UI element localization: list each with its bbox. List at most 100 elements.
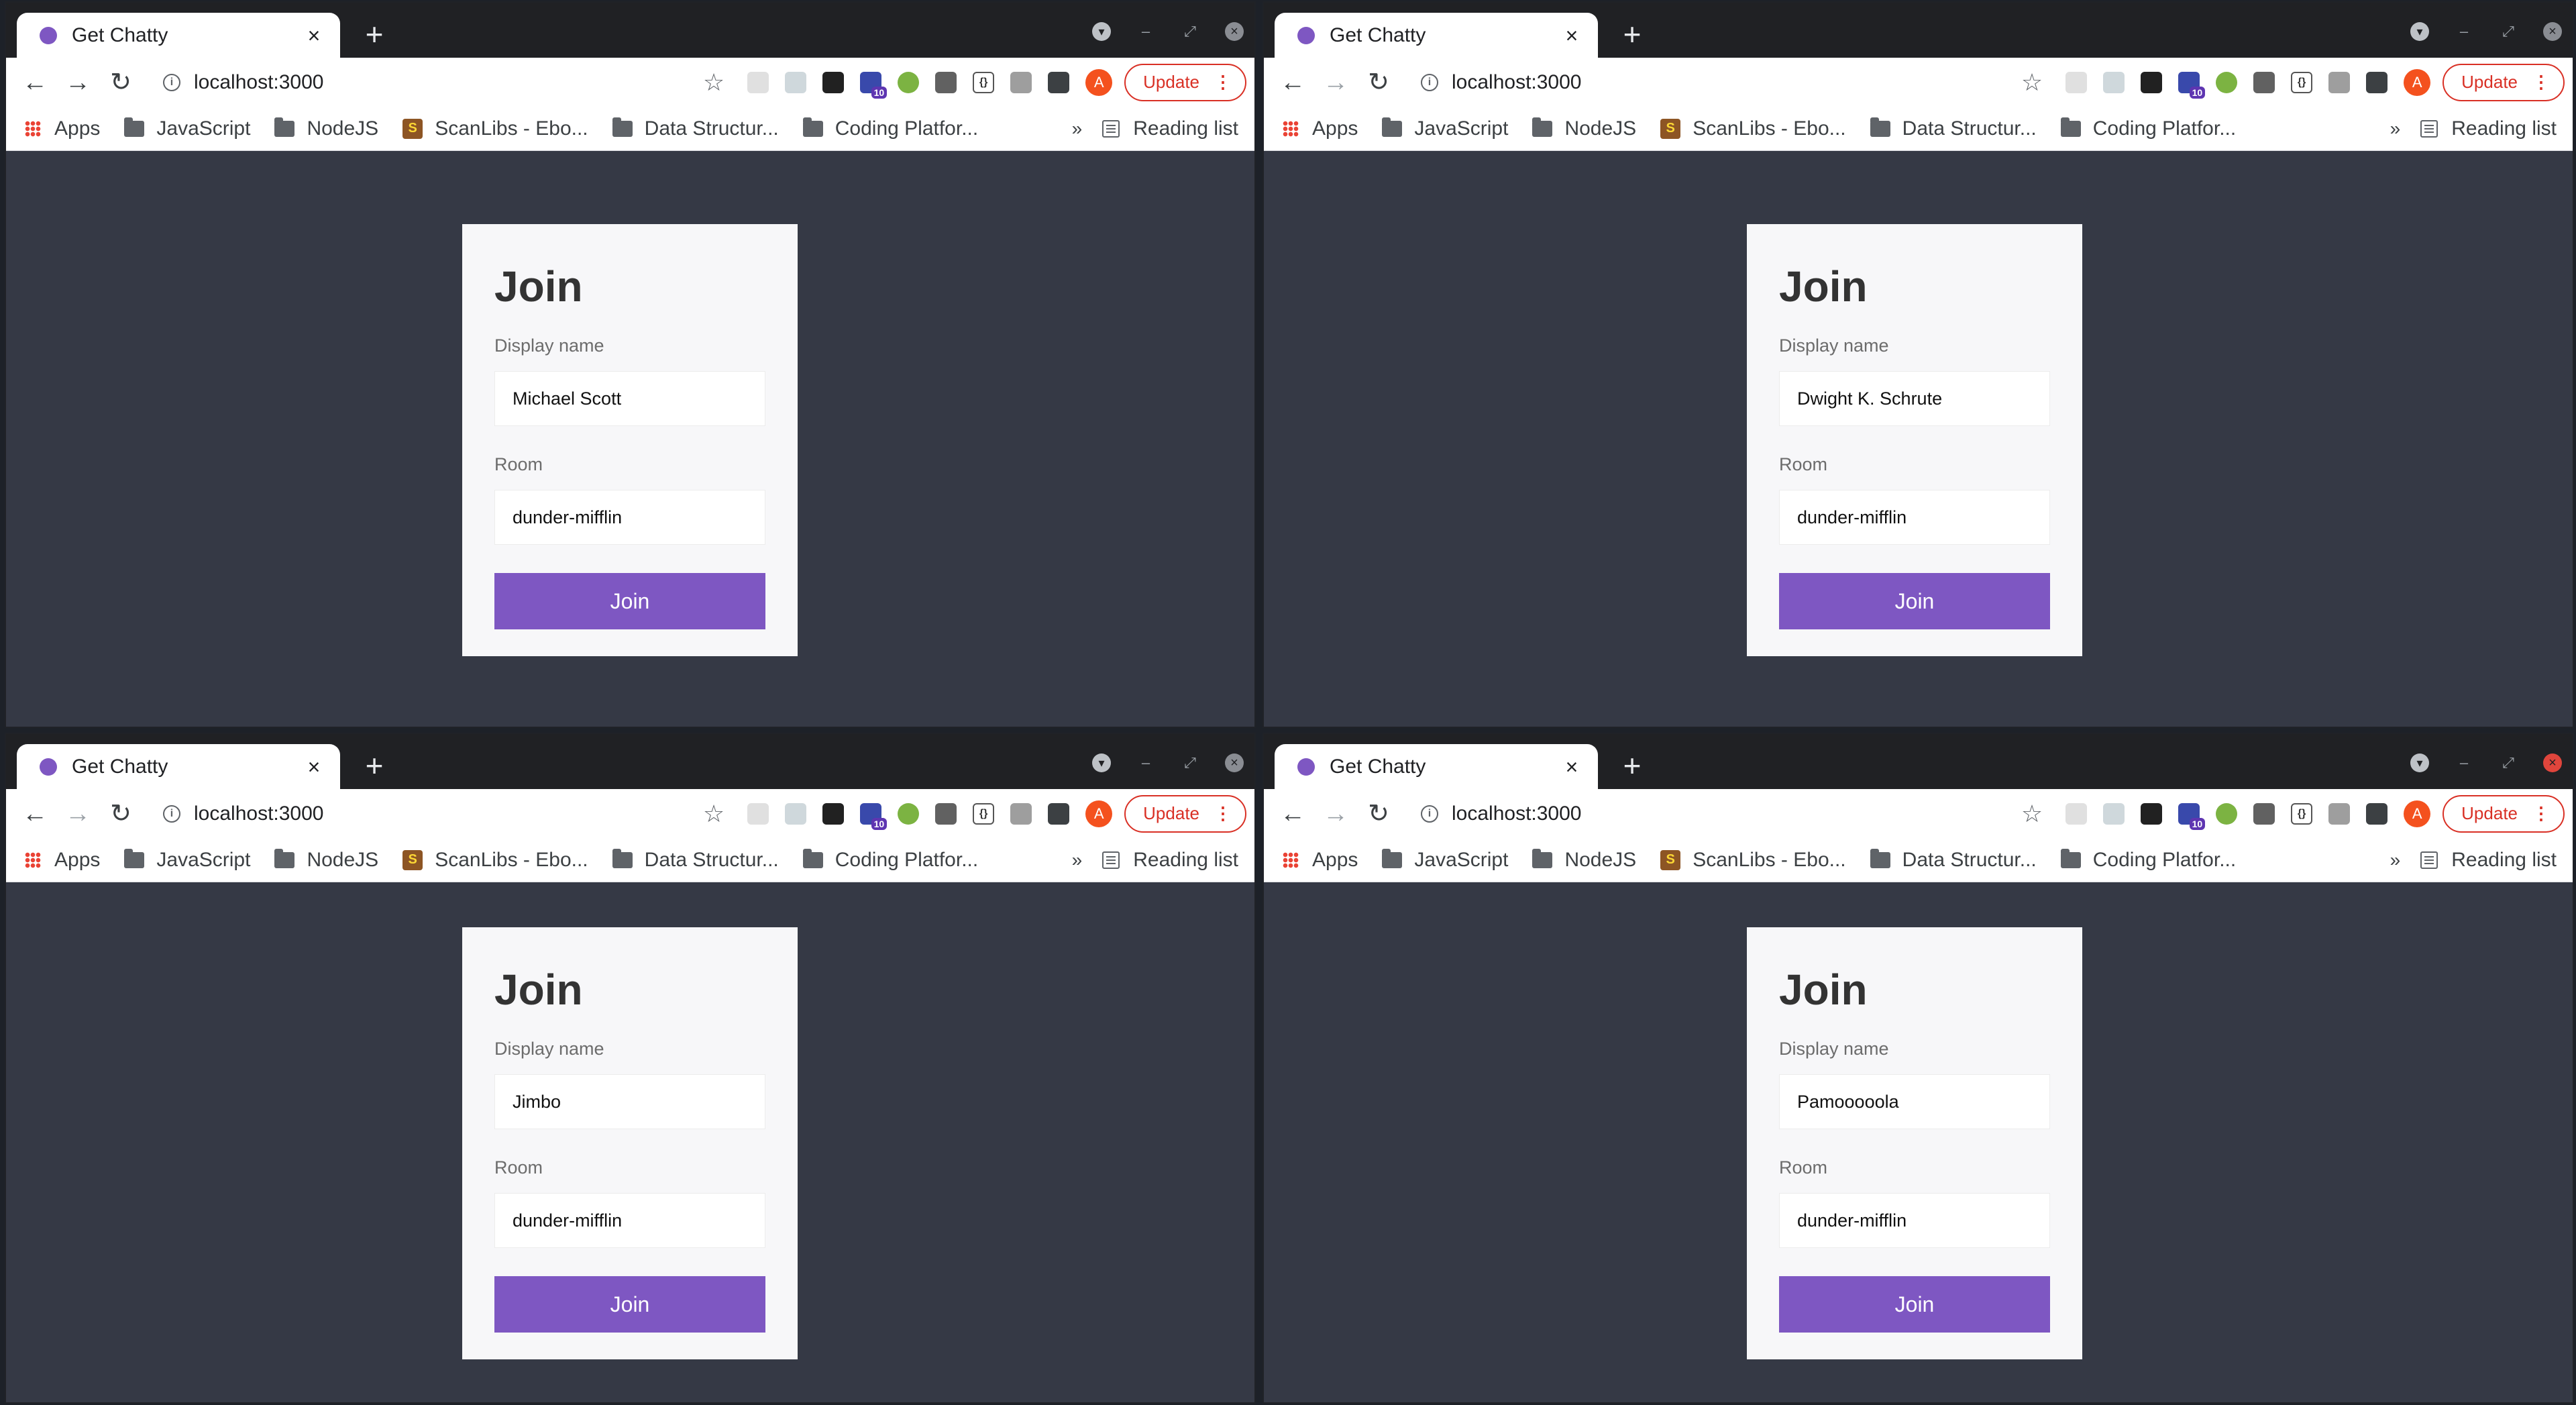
reading-list[interactable]: Reading list xyxy=(2420,117,2557,140)
avatar[interactable]: A xyxy=(2404,68,2431,96)
bookmarks-overflow-icon[interactable]: » xyxy=(2390,849,2401,871)
room-input[interactable]: dunder-mifflin xyxy=(1779,1193,2050,1248)
minimize-icon[interactable]: – xyxy=(1136,23,1155,40)
tab-get-chatty[interactable]: Get Chatty × xyxy=(17,13,340,58)
extension-7-icon[interactable]: {} xyxy=(973,802,995,825)
tab-search-icon[interactable]: ▾ xyxy=(2410,22,2429,41)
extension-7-icon[interactable]: {} xyxy=(2291,802,2313,825)
address-bar[interactable]: i localhost:3000 ☆ xyxy=(163,795,747,833)
extension-3-icon[interactable] xyxy=(2141,71,2163,93)
extension-4-icon[interactable]: 10 xyxy=(860,71,888,99)
update-button[interactable]: Update ⋮ xyxy=(2443,794,2565,833)
extension-6-icon[interactable] xyxy=(2253,802,2275,825)
bookmark-coding-platforms[interactable]: Coding Platfor... xyxy=(802,117,978,140)
close-window-icon[interactable]: × xyxy=(2543,22,2562,41)
eyedropper-icon[interactable] xyxy=(1010,802,1032,825)
bookmark-javascript[interactable]: JavaScript xyxy=(1382,117,1508,140)
bookmark-data-structures[interactable]: Data Structur... xyxy=(612,117,779,140)
close-tab-icon[interactable]: × xyxy=(303,24,325,47)
back-icon[interactable]: ← xyxy=(21,68,49,97)
extension-2-icon[interactable] xyxy=(785,71,807,93)
tab-search-icon[interactable]: ▾ xyxy=(1092,22,1111,41)
extensions-puzzle-icon[interactable] xyxy=(1048,802,1070,825)
bookmark-scanlibs[interactable]: S ScanLibs - Ebo... xyxy=(1660,117,1846,140)
update-button[interactable]: Update ⋮ xyxy=(2443,63,2565,101)
bookmark-scanlibs[interactable]: S ScanLibs - Ebo... xyxy=(402,117,588,140)
room-input[interactable]: dunder-mifflin xyxy=(1779,490,2050,545)
extensions-puzzle-icon[interactable] xyxy=(1048,71,1070,93)
bookmark-scanlibs[interactable]: S ScanLibs - Ebo... xyxy=(402,849,588,872)
reload-icon[interactable]: ↻ xyxy=(1364,800,1393,828)
bookmark-data-structures[interactable]: Data Structur... xyxy=(612,848,779,872)
extensions-puzzle-icon[interactable] xyxy=(2366,71,2388,93)
bookmark-javascript[interactable]: JavaScript xyxy=(124,117,250,140)
restore-icon[interactable]: ⤢ xyxy=(2499,754,2518,772)
display-name-input[interactable]: Jimbo xyxy=(494,1074,765,1129)
reload-icon[interactable]: ↻ xyxy=(107,800,135,828)
bookmark-nodejs[interactable]: NodeJS xyxy=(274,117,378,140)
extension-4-icon[interactable]: 10 xyxy=(2178,71,2206,99)
reading-list[interactable]: Reading list xyxy=(1102,117,1238,140)
forward-icon[interactable]: → xyxy=(64,68,92,97)
extension-6-icon[interactable] xyxy=(2253,71,2275,93)
site-info-icon[interactable]: i xyxy=(1421,73,1438,91)
tab-get-chatty[interactable]: Get Chatty × xyxy=(1275,13,1598,58)
bookmark-javascript[interactable]: JavaScript xyxy=(124,848,250,872)
bookmark-javascript[interactable]: JavaScript xyxy=(1382,848,1508,872)
extension-5-icon[interactable] xyxy=(2216,802,2238,825)
extension-1-icon[interactable] xyxy=(747,802,769,825)
bookmark-star-icon[interactable]: ☆ xyxy=(703,800,724,828)
join-button[interactable]: Join xyxy=(1779,1276,2050,1333)
join-button[interactable]: Join xyxy=(494,573,765,629)
bookmark-coding-platforms[interactable]: Coding Platfor... xyxy=(2060,117,2236,140)
extension-4-icon[interactable]: 10 xyxy=(2178,802,2206,830)
bookmark-nodejs[interactable]: NodeJS xyxy=(1532,848,1636,872)
extension-6-icon[interactable] xyxy=(935,802,957,825)
forward-icon[interactable]: → xyxy=(1322,800,1350,828)
address-bar[interactable]: i localhost:3000 ☆ xyxy=(163,64,747,101)
extension-3-icon[interactable] xyxy=(2141,802,2163,825)
restore-icon[interactable]: ⤢ xyxy=(1181,23,1199,40)
display-name-input[interactable]: Michael Scott xyxy=(494,371,765,426)
bookmark-nodejs[interactable]: NodeJS xyxy=(1532,117,1636,140)
reload-icon[interactable]: ↻ xyxy=(1364,68,1393,97)
bookmark-coding-platforms[interactable]: Coding Platfor... xyxy=(802,848,978,872)
new-tab-button[interactable]: + xyxy=(358,17,391,51)
tab-search-icon[interactable]: ▾ xyxy=(2410,753,2429,772)
back-icon[interactable]: ← xyxy=(21,800,49,828)
extension-7-icon[interactable]: {} xyxy=(973,71,995,93)
tab-get-chatty[interactable]: Get Chatty × xyxy=(1275,744,1598,789)
bookmark-data-structures[interactable]: Data Structur... xyxy=(1870,117,2037,140)
reload-icon[interactable]: ↻ xyxy=(107,68,135,97)
display-name-input[interactable]: Pamooooola xyxy=(1779,1074,2050,1129)
avatar[interactable]: A xyxy=(1085,800,1113,827)
extensions-puzzle-icon[interactable] xyxy=(2366,802,2388,825)
eyedropper-icon[interactable] xyxy=(2328,71,2351,93)
bookmark-data-structures[interactable]: Data Structur... xyxy=(1870,848,2037,872)
back-icon[interactable]: ← xyxy=(1279,68,1307,97)
update-button[interactable]: Update ⋮ xyxy=(1124,63,1246,101)
extension-1-icon[interactable] xyxy=(2065,802,2088,825)
bookmarks-overflow-icon[interactable]: » xyxy=(1072,849,1083,871)
bookmark-star-icon[interactable]: ☆ xyxy=(2021,800,2043,828)
room-input[interactable]: dunder-mifflin xyxy=(494,1193,765,1248)
bookmark-apps[interactable]: Apps xyxy=(1283,849,1358,872)
close-window-icon[interactable]: × xyxy=(1225,22,1244,41)
avatar[interactable]: A xyxy=(1085,68,1113,96)
minimize-icon[interactable]: – xyxy=(2455,754,2473,772)
extension-2-icon[interactable] xyxy=(2103,71,2125,93)
site-info-icon[interactable]: i xyxy=(163,73,180,91)
minimize-icon[interactable]: – xyxy=(2455,23,2473,40)
bookmark-nodejs[interactable]: NodeJS xyxy=(274,848,378,872)
bookmark-apps[interactable]: Apps xyxy=(1283,117,1358,140)
address-bar[interactable]: i localhost:3000 ☆ xyxy=(1421,795,2065,833)
site-info-icon[interactable]: i xyxy=(1421,804,1438,823)
extension-4-icon[interactable]: 10 xyxy=(860,802,888,830)
minimize-icon[interactable]: – xyxy=(1136,754,1155,772)
new-tab-button[interactable]: + xyxy=(1615,17,1649,51)
close-window-icon[interactable]: × xyxy=(1225,753,1244,772)
extension-6-icon[interactable] xyxy=(935,71,957,93)
bookmark-apps[interactable]: Apps xyxy=(25,849,100,872)
new-tab-button[interactable]: + xyxy=(1615,749,1649,782)
join-button[interactable]: Join xyxy=(494,1276,765,1333)
